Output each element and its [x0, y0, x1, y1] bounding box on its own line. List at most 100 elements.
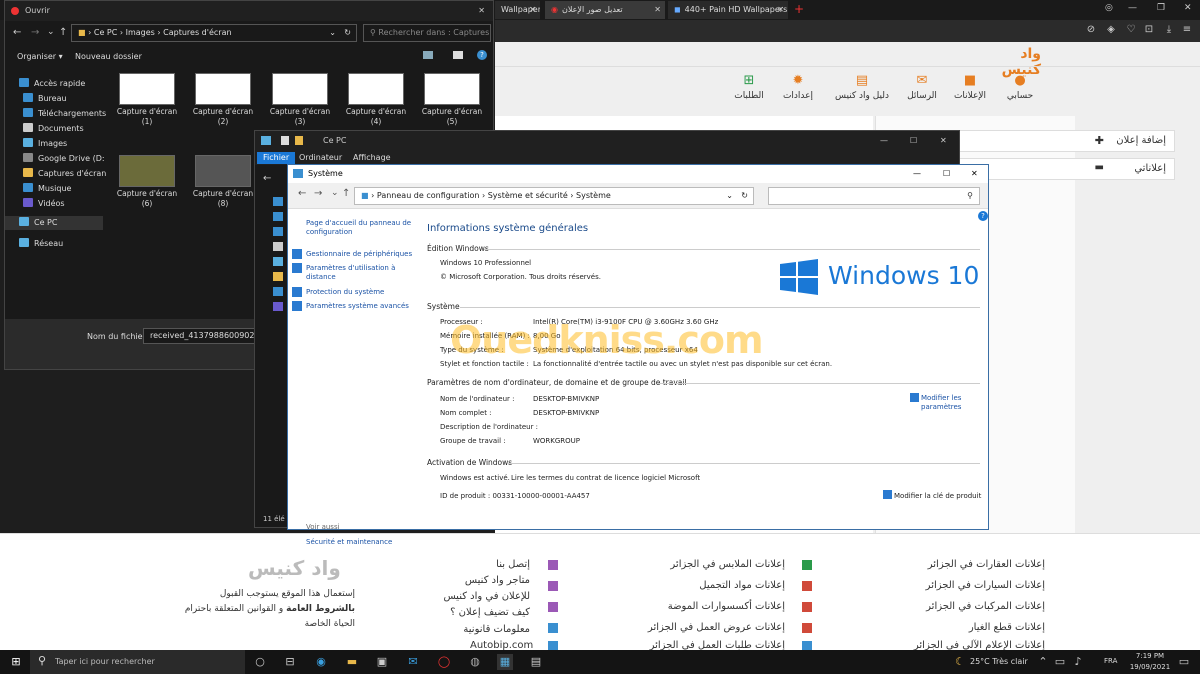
close-icon[interactable]: ✕ — [478, 1, 485, 21]
side-menu-add[interactable]: إضافة إعلان ✚ — [955, 130, 1175, 152]
up-icon[interactable]: ↑ — [59, 27, 67, 38]
shield-icon[interactable]: ◈ — [1105, 24, 1117, 36]
footer-link[interactable]: إعلانات أكسسوارات الموضة — [565, 601, 785, 612]
breadcrumb[interactable]: Captures d'écran — [163, 28, 231, 37]
sidebar-item-images[interactable]: Images — [23, 137, 67, 151]
speed-dial-icon[interactable]: ⊡ — [1143, 24, 1155, 36]
system-protection-link[interactable]: Protection du système — [306, 288, 416, 296]
minimize-icon[interactable]: — — [913, 165, 921, 183]
breadcrumb[interactable]: Système — [576, 191, 611, 200]
weather-text[interactable]: 25°C Très clair — [970, 657, 1028, 666]
cortana-icon[interactable]: ○ — [252, 654, 268, 670]
download-icon[interactable] — [273, 227, 283, 236]
sidebar-item-this-pc[interactable]: Ce PC — [5, 216, 103, 230]
app-icon[interactable]: ◍ — [467, 654, 483, 670]
up-icon[interactable]: ↑ — [342, 188, 350, 199]
footer-link[interactable]: للإعلان في واد كنيس — [400, 591, 530, 602]
footer-link[interactable]: متاجر واد كنيس — [400, 575, 530, 586]
chevron-down-icon[interactable]: ⌄ — [331, 188, 339, 198]
forward-icon[interactable]: → — [31, 27, 39, 38]
footer-link[interactable]: إعلانات مواد التجميل — [565, 580, 785, 591]
control-panel-icon[interactable]: ▦ — [497, 654, 513, 670]
document-icon[interactable] — [273, 242, 283, 251]
chevron-down-icon[interactable]: ⌄ — [726, 188, 733, 204]
heart-icon[interactable]: ♡ — [1125, 24, 1137, 36]
mail-icon[interactable]: ✉ — [405, 654, 421, 670]
terms-link[interactable]: بالشروط العامة — [286, 604, 355, 614]
file-thumbnail[interactable] — [119, 155, 175, 187]
nav-ads[interactable]: ■ الإعلانات — [950, 74, 990, 102]
address-bar[interactable]: ■ › Ce PC › Images › Captures d'écran ⌄ … — [71, 24, 357, 42]
file-thumbnail[interactable] — [348, 73, 404, 105]
clock-date[interactable]: 19/09/2021 — [1125, 663, 1175, 671]
windows-start-icon[interactable]: ⊞ — [8, 654, 24, 670]
back-icon[interactable]: ← — [298, 188, 306, 199]
nav-settings[interactable]: ✹ إعدادات — [778, 74, 818, 102]
volume-icon[interactable]: ♪ — [1070, 654, 1086, 670]
tab-file[interactable]: Fichier — [257, 152, 296, 164]
download-icon[interactable]: ⤓ — [1163, 24, 1175, 36]
close-icon[interactable]: ✕ — [529, 1, 536, 19]
edge-icon[interactable]: ◉ — [313, 654, 329, 670]
control-panel-home-link[interactable]: Page d'accueil du panneau de configurati… — [306, 219, 416, 237]
taskbar-search[interactable]: ⚲ Taper ici pour rechercher — [30, 650, 245, 674]
change-product-key-link[interactable]: Modifier la clé de produit — [894, 492, 981, 500]
footer-link[interactable]: معلومات قانونية — [400, 624, 530, 635]
maximize-icon[interactable]: ☐ — [943, 165, 950, 183]
notification-icon[interactable]: ▭ — [1176, 654, 1192, 670]
chevron-up-icon[interactable]: ⌃ — [1035, 654, 1051, 670]
sidebar-item-desktop[interactable]: Bureau — [23, 92, 67, 106]
sidebar-item-downloads[interactable]: Téléchargements — [23, 107, 106, 121]
chevron-down-icon[interactable]: ⌄ — [329, 25, 336, 41]
close-icon[interactable]: ✕ — [654, 1, 661, 19]
back-icon[interactable]: ← — [263, 173, 271, 184]
close-icon[interactable]: ✕ — [971, 165, 978, 183]
opera-icon[interactable]: ◯ — [436, 654, 452, 670]
star-icon[interactable] — [273, 197, 283, 206]
nav-messages[interactable]: ✉ الرسائل — [902, 74, 942, 102]
browser-tab-active[interactable]: ◉ تعديل صور الإعلان ✕ — [545, 1, 665, 19]
footer-link[interactable]: إعلانات السيارات في الجزائر — [820, 580, 1045, 591]
minimize-icon[interactable]: — — [880, 131, 888, 151]
camera-icon[interactable]: ◎ — [1105, 3, 1113, 13]
file-thumbnail[interactable] — [424, 73, 480, 105]
back-icon[interactable]: ← — [13, 27, 21, 38]
file-thumbnail[interactable] — [195, 73, 251, 105]
task-view-icon[interactable]: ⊟ — [282, 654, 298, 670]
site-logo[interactable]: واد كنيس — [981, 46, 1041, 78]
chevron-down-icon[interactable]: ⌄ — [47, 27, 55, 37]
license-link[interactable]: Lire les termes du contrat de licence lo… — [511, 474, 700, 482]
file-thumbnail[interactable] — [195, 155, 251, 187]
file-thumbnail[interactable] — [119, 73, 175, 105]
sidebar-item-videos[interactable]: Vidéos — [23, 197, 65, 211]
folder-icon[interactable] — [295, 136, 303, 145]
footer-link[interactable]: كيف تضيف إعلان ؟ — [400, 607, 530, 618]
video-icon[interactable] — [273, 302, 283, 311]
organize-menu[interactable]: Organiser ▾ — [17, 52, 63, 61]
minimize-icon[interactable]: — — [1128, 3, 1137, 13]
clock-time[interactable]: 7:19 PM — [1130, 652, 1170, 660]
sidebar-item-network[interactable]: Réseau — [19, 237, 63, 251]
search-input[interactable]: ⚲ — [768, 187, 980, 205]
address-bar[interactable]: ■ › Panneau de configuration › Système e… — [354, 187, 754, 205]
footer-link[interactable]: إتصل بنا — [400, 559, 530, 570]
refresh-icon[interactable]: ↻ — [344, 25, 351, 41]
device-manager-link[interactable]: Gestionnaire de périphériques — [306, 250, 416, 258]
footer-link[interactable]: إعلانات عروض العمل في الجزائر — [565, 622, 785, 633]
browser-tab[interactable]: ◼ 440+ Pain HD Wallpapers ✕ — [668, 1, 788, 19]
properties-icon[interactable] — [281, 136, 289, 145]
tab-computer[interactable]: Ordinateur — [299, 152, 342, 164]
maximize-icon[interactable]: ❐ — [1157, 3, 1165, 13]
close-icon[interactable]: ✕ — [1184, 3, 1192, 13]
search-input[interactable]: ⚲ Rechercher dans : Captures ... — [363, 24, 491, 42]
nav-account[interactable]: ● حسابي — [1000, 74, 1040, 102]
tracking-icon[interactable]: ⊘ — [1085, 24, 1097, 36]
change-settings-link[interactable]: Modifier les paramètres — [921, 394, 966, 412]
image-icon[interactable] — [273, 257, 283, 266]
new-folder-button[interactable]: Nouveau dossier — [75, 52, 142, 61]
file-explorer-icon[interactable]: ▬ — [344, 654, 360, 670]
footer-link[interactable]: إعلانات قطع الغيار — [820, 622, 1045, 633]
network-icon[interactable]: ▭ — [1052, 654, 1068, 670]
breadcrumb[interactable]: Images — [126, 28, 155, 37]
forward-icon[interactable]: → — [314, 188, 322, 199]
